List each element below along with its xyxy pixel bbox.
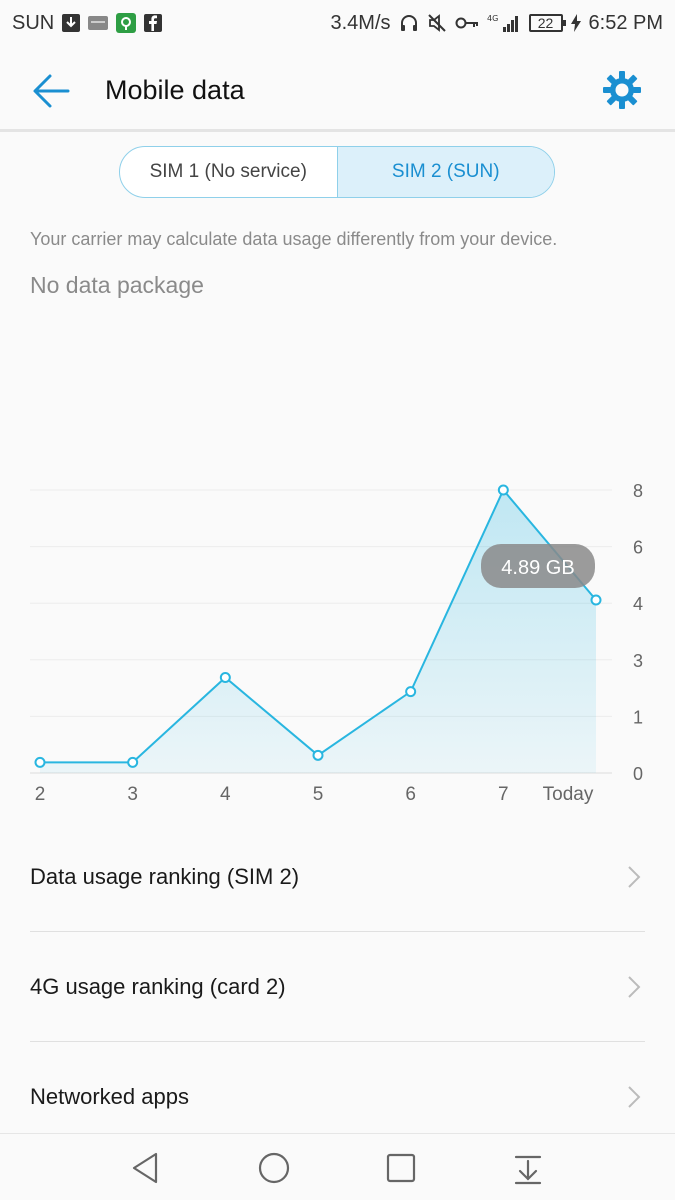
- download-icon: [62, 14, 81, 32]
- y-tick-label: 8: [633, 481, 643, 501]
- y-tick-label: 0: [633, 764, 643, 784]
- status-bar-left: SUN: [12, 11, 163, 35]
- y-tick-label: 3: [633, 651, 643, 671]
- data-point: [219, 671, 231, 683]
- tab-sim-1[interactable]: SIM 1 (No service): [120, 147, 337, 197]
- list-item-4g-usage-ranking[interactable]: 4G usage ranking (card 2): [30, 932, 645, 1042]
- facebook-icon: [144, 14, 163, 32]
- nav-recents-button[interactable]: [381, 1148, 421, 1188]
- chart-area: [40, 490, 596, 773]
- list-item-label: Data usage ranking (SIM 2): [30, 864, 300, 889]
- back-triangle-icon: [132, 1152, 158, 1184]
- x-tick-label: 7: [498, 784, 509, 805]
- data-point: [590, 594, 602, 606]
- data-point: [405, 686, 417, 698]
- signal-icon: 4G: [487, 13, 521, 33]
- back-arrow-icon: [33, 74, 70, 108]
- list-item-label: 4G usage ranking (card 2): [30, 974, 286, 999]
- usage-chart[interactable]: 0 1 3 4 6 8 2 3 4 5 6 7 Today 4.89 GB: [0, 470, 675, 810]
- data-point: [34, 756, 46, 768]
- data-point: [127, 756, 139, 768]
- vpn-shield-icon: [116, 13, 137, 33]
- carrier-note: Your carrier may calculate data usage di…: [30, 229, 558, 249]
- x-tick-label: 6: [405, 784, 416, 805]
- y-tick-label: 4: [633, 594, 643, 614]
- sim-selector: SIM 1 (No service) SIM 2 (SUN): [119, 146, 555, 198]
- x-tick-label: 3: [127, 784, 138, 805]
- svg-text:4G: 4G: [487, 14, 498, 23]
- key-icon: [455, 16, 479, 30]
- list-item-data-usage-ranking[interactable]: Data usage ranking (SIM 2): [30, 822, 645, 932]
- chevron-right-icon: [628, 976, 641, 998]
- x-tick-label: 5: [313, 784, 324, 805]
- y-tick-label: 1: [633, 707, 643, 727]
- value-tooltip-label: 4.89 GB: [501, 557, 574, 579]
- battery-level: 22: [537, 15, 554, 31]
- status-bar-right: 3.4M/s 4G 22 6:52 PM: [330, 12, 663, 35]
- headphones-icon: [399, 13, 419, 33]
- nav-back-button[interactable]: [126, 1148, 166, 1188]
- chevron-right-icon: [628, 1086, 641, 1108]
- chevron-right-icon: [628, 866, 641, 888]
- data-point: [312, 749, 324, 761]
- y-tick-label: 6: [633, 538, 643, 558]
- status-bar: SUN 3.4M/s 4G 22 6:52 PM: [0, 0, 675, 46]
- list-item-label: Networked apps: [30, 1084, 189, 1109]
- carrier-name: SUN: [12, 11, 55, 34]
- nav-home-button[interactable]: [254, 1148, 294, 1188]
- package-status: No data package: [30, 272, 204, 298]
- tab-sim-2[interactable]: SIM 2 (SUN): [336, 147, 554, 197]
- data-point: [497, 484, 509, 496]
- battery-icon: 22: [528, 14, 566, 32]
- x-tick-label: Today: [543, 784, 594, 805]
- x-tick-label: 2: [35, 784, 46, 805]
- notification-pull-icon: [514, 1155, 542, 1185]
- mute-icon: [427, 13, 447, 33]
- clock: 6:52 PM: [588, 11, 663, 34]
- page-title: Mobile data: [105, 75, 245, 105]
- home-circle-icon: [258, 1152, 290, 1184]
- nav-notifications-button[interactable]: [508, 1148, 548, 1188]
- navigation-bar: [0, 1133, 675, 1200]
- network-speed: 3.4M/s: [330, 11, 391, 34]
- app-bar: Mobile data: [0, 46, 675, 132]
- recents-square-icon: [386, 1153, 416, 1183]
- x-tick-label: 4: [220, 784, 231, 805]
- gear-icon: [603, 71, 641, 109]
- settings-button[interactable]: [600, 68, 644, 112]
- charging-icon: [570, 14, 581, 32]
- back-button[interactable]: [28, 68, 74, 114]
- notification-icon: [88, 15, 109, 31]
